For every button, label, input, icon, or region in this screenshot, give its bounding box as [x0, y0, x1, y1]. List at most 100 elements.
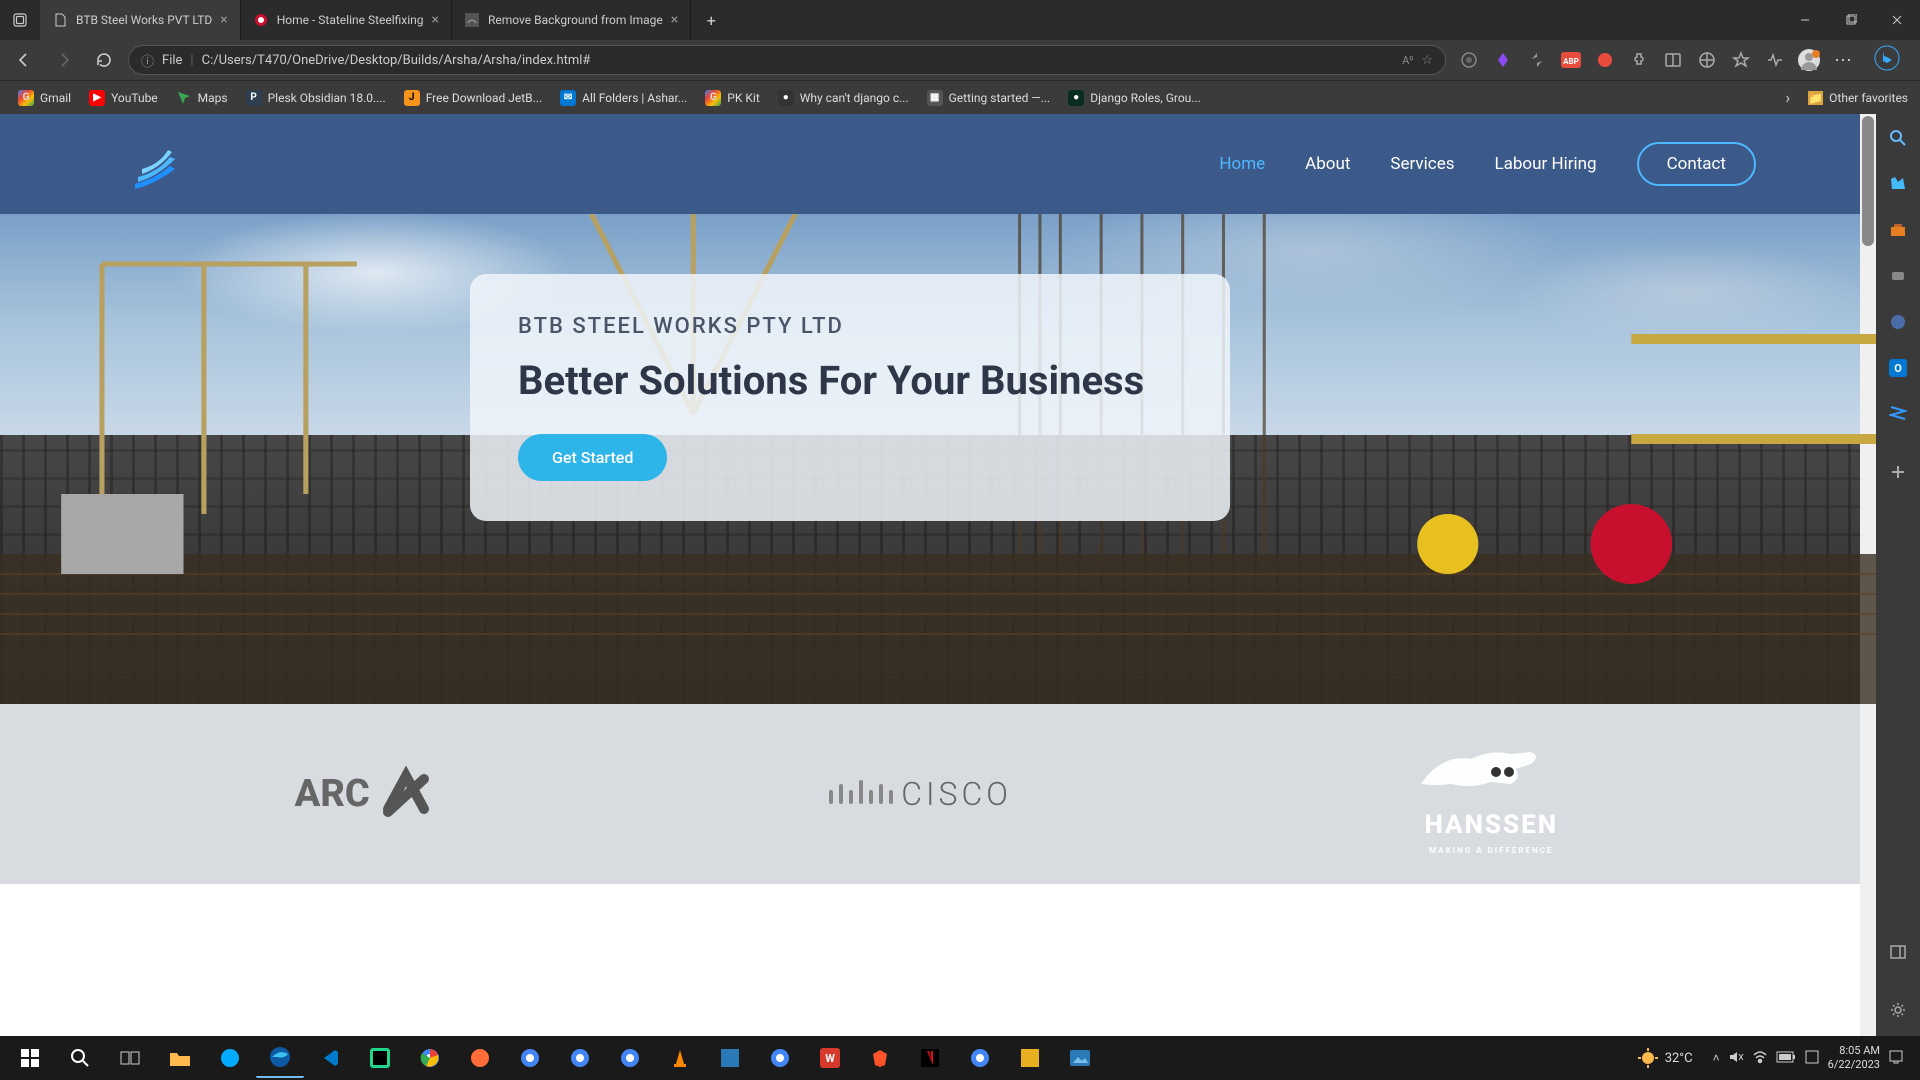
sidebar-collapse-icon[interactable] [1884, 938, 1912, 966]
tools-icon[interactable] [1884, 216, 1912, 244]
app-icon[interactable] [206, 1038, 254, 1078]
postman-icon[interactable] [456, 1038, 504, 1078]
notifications-icon[interactable] [1888, 1049, 1904, 1068]
chrome-icon[interactable] [556, 1038, 604, 1078]
nav-labour-hiring[interactable]: Labour Hiring [1494, 154, 1596, 174]
start-button[interactable] [6, 1038, 54, 1078]
battery-icon[interactable] [1776, 1051, 1796, 1066]
chrome-icon[interactable] [606, 1038, 654, 1078]
svg-text:O: O [1894, 362, 1902, 375]
extension-icon[interactable] [1488, 45, 1518, 75]
extensions-menu-icon[interactable] [1624, 45, 1654, 75]
new-tab-button[interactable]: + [691, 11, 731, 30]
chrome-icon[interactable] [406, 1038, 454, 1078]
extension-icon[interactable] [1590, 45, 1620, 75]
bookmark-maps[interactable]: Maps [170, 86, 234, 110]
browser-titlebar: BTB Steel Works PVT LTD × Home - Stateli… [0, 0, 1920, 40]
bookmarks-overflow-icon[interactable]: › [1773, 88, 1802, 107]
task-view-button[interactable] [106, 1038, 154, 1078]
favorite-icon[interactable]: ☆ [1421, 53, 1433, 68]
tab-strip: BTB Steel Works PVT LTD × Home - Stateli… [40, 0, 691, 40]
page-icon [253, 12, 269, 28]
taskbar: W 32°C ˄ 8:05 AM 6/22/2023 [0, 1036, 1920, 1080]
photos-icon[interactable] [1056, 1038, 1104, 1078]
shopping-icon[interactable] [1884, 170, 1912, 198]
app-icon[interactable] [1884, 400, 1912, 428]
search-button[interactable] [56, 1038, 104, 1078]
page-content: Home About Services Labour Hiring Contac… [0, 114, 1876, 1036]
chrome-icon[interactable] [756, 1038, 804, 1078]
bookmark-gmail[interactable]: GGmail [12, 86, 77, 110]
search-icon[interactable] [1884, 124, 1912, 152]
vlc-icon[interactable] [656, 1038, 704, 1078]
partners-section: ARC CISCO HANSSEN MAKING A DIFFERENCE [0, 704, 1876, 884]
tray-chevron-icon[interactable]: ˄ [1713, 1051, 1720, 1065]
profile-icon[interactable] [1794, 45, 1824, 75]
volume-icon[interactable] [1728, 1049, 1744, 1068]
edge-sidebar: O [1876, 114, 1920, 1036]
get-started-button[interactable]: Get Started [518, 434, 667, 481]
add-icon[interactable] [1884, 458, 1912, 486]
bookmark-plesk[interactable]: PPlesk Obsidian 18.0.... [240, 86, 392, 110]
read-aloud-icon[interactable]: A⁰ [1402, 54, 1413, 67]
menu-icon[interactable]: ⋯ [1828, 45, 1858, 75]
bookmark-folders[interactable]: ✉All Folders | Ashar... [554, 86, 693, 110]
bookmark-pkkit[interactable]: GPK Kit [699, 86, 765, 110]
refresh-button[interactable] [88, 44, 120, 76]
performance-icon[interactable] [1760, 45, 1790, 75]
back-button[interactable] [8, 44, 40, 76]
partner-arc-logo: ARC [295, 764, 436, 824]
pycharm-icon[interactable] [356, 1038, 404, 1078]
bookmark-jetbrains[interactable]: JFree Download JetB... [398, 86, 548, 110]
language-icon[interactable] [1804, 1049, 1820, 1068]
bookmarks-bar: GGmail ▶YouTube Maps PPlesk Obsidian 18.… [0, 80, 1920, 114]
close-icon[interactable]: × [432, 12, 439, 28]
extension-icon[interactable] [1454, 45, 1484, 75]
weather-widget[interactable]: 32°C [1637, 1047, 1693, 1069]
adblock-icon[interactable]: ABP [1556, 45, 1586, 75]
bing-chat-icon[interactable] [1874, 45, 1912, 75]
bookmark-youtube[interactable]: ▶YouTube [83, 86, 164, 110]
wifi-icon[interactable] [1752, 1049, 1768, 1068]
file-explorer-icon[interactable] [156, 1038, 204, 1078]
bookmark-django-q[interactable]: ●Why can't django c... [772, 86, 915, 110]
nav-about[interactable]: About [1305, 154, 1350, 174]
tab-1[interactable]: Home - Stateline Steelfixing × [241, 0, 452, 40]
chrome-icon[interactable] [506, 1038, 554, 1078]
outlook-icon[interactable]: O [1884, 354, 1912, 382]
tab-0[interactable]: BTB Steel Works PVT LTD × [40, 0, 241, 40]
close-window-button[interactable] [1874, 0, 1920, 40]
app-icon[interactable] [1884, 308, 1912, 336]
vscode-icon[interactable] [306, 1038, 354, 1078]
settings-icon[interactable] [1884, 996, 1912, 1024]
nav-contact-button[interactable]: Contact [1637, 142, 1756, 186]
split-screen-icon[interactable] [1658, 45, 1688, 75]
site-nav: Home About Services Labour Hiring Contac… [1219, 142, 1756, 186]
other-favorites-button[interactable]: 📁Other favorites [1808, 91, 1908, 105]
bookmark-getting-started[interactable]: ▦Getting started —... [921, 86, 1057, 110]
app-icon[interactable] [706, 1038, 754, 1078]
collections-icon[interactable] [1692, 45, 1722, 75]
site-logo[interactable] [120, 134, 190, 194]
chrome-icon[interactable] [956, 1038, 1004, 1078]
games-icon[interactable] [1884, 262, 1912, 290]
nav-services[interactable]: Services [1390, 154, 1454, 174]
nav-home[interactable]: Home [1219, 154, 1265, 174]
wps-icon[interactable]: W [806, 1038, 854, 1078]
close-icon[interactable]: × [671, 12, 678, 28]
favorites-icon[interactable] [1726, 45, 1756, 75]
netflix-icon[interactable] [906, 1038, 954, 1078]
tab-actions-icon[interactable] [0, 12, 40, 28]
clock[interactable]: 8:05 AM 6/22/2023 [1828, 1044, 1880, 1072]
site-info-icon[interactable]: ⓘ [141, 51, 154, 70]
minimize-button[interactable] [1782, 0, 1828, 40]
extension-icon[interactable] [1522, 45, 1552, 75]
app-icon[interactable] [1006, 1038, 1054, 1078]
close-icon[interactable]: × [220, 12, 227, 28]
brave-icon[interactable] [856, 1038, 904, 1078]
bookmark-django-roles[interactable]: ●Django Roles, Grou... [1062, 86, 1207, 110]
maximize-button[interactable] [1828, 0, 1874, 40]
address-bar[interactable]: ⓘ File | C:/Users/T470/OneDrive/Desktop/… [128, 45, 1446, 75]
edge-icon[interactable] [256, 1038, 304, 1078]
tab-2[interactable]: Remove Background from Image × [452, 0, 691, 40]
